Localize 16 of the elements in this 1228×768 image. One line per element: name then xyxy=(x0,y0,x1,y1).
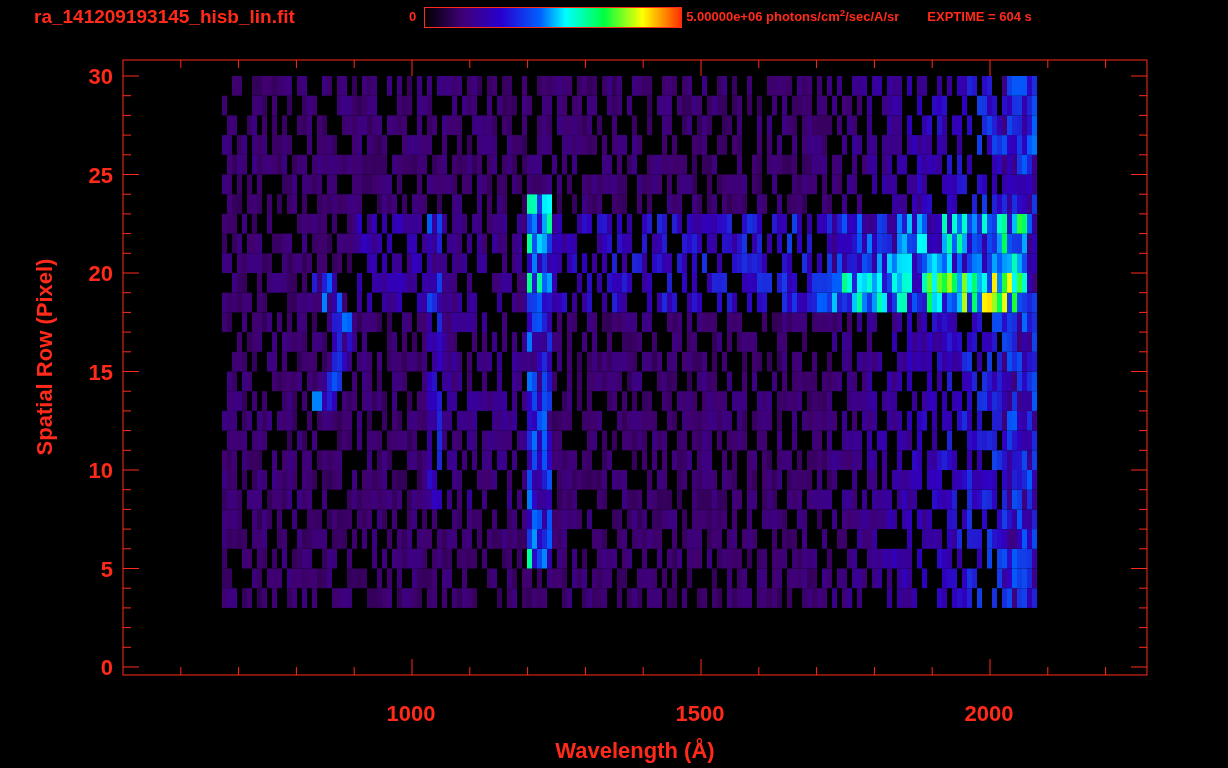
x-tick-label: 1000 xyxy=(386,701,436,726)
y-axis-title: Spatial Row (Pixel) xyxy=(32,258,57,456)
x-axis-title: Wavelength (Å) xyxy=(555,738,715,763)
y-tick-label: 0 xyxy=(100,655,113,680)
y-tick-label: 10 xyxy=(88,458,113,483)
exposure-time: EXPTIME = 604 s xyxy=(927,8,1032,27)
y-tick-label: 5 xyxy=(100,556,113,582)
colorbar-min-label: 0 xyxy=(408,8,417,27)
colorbar-max-label: 5.00000e+06 photons/cm$^{2}$/sec/A/sr xyxy=(686,7,900,27)
x-tick-label: 2000 xyxy=(964,701,1014,726)
y-tick-label: 20 xyxy=(88,261,113,286)
y-tick-label: 15 xyxy=(88,359,113,385)
file-name: ra_141209193145_hisb_lin.fit xyxy=(34,4,295,29)
y-tick-label: 30 xyxy=(88,64,113,89)
x-tick-label: 1500 xyxy=(675,701,725,726)
y-tick-label: 25 xyxy=(88,162,113,188)
